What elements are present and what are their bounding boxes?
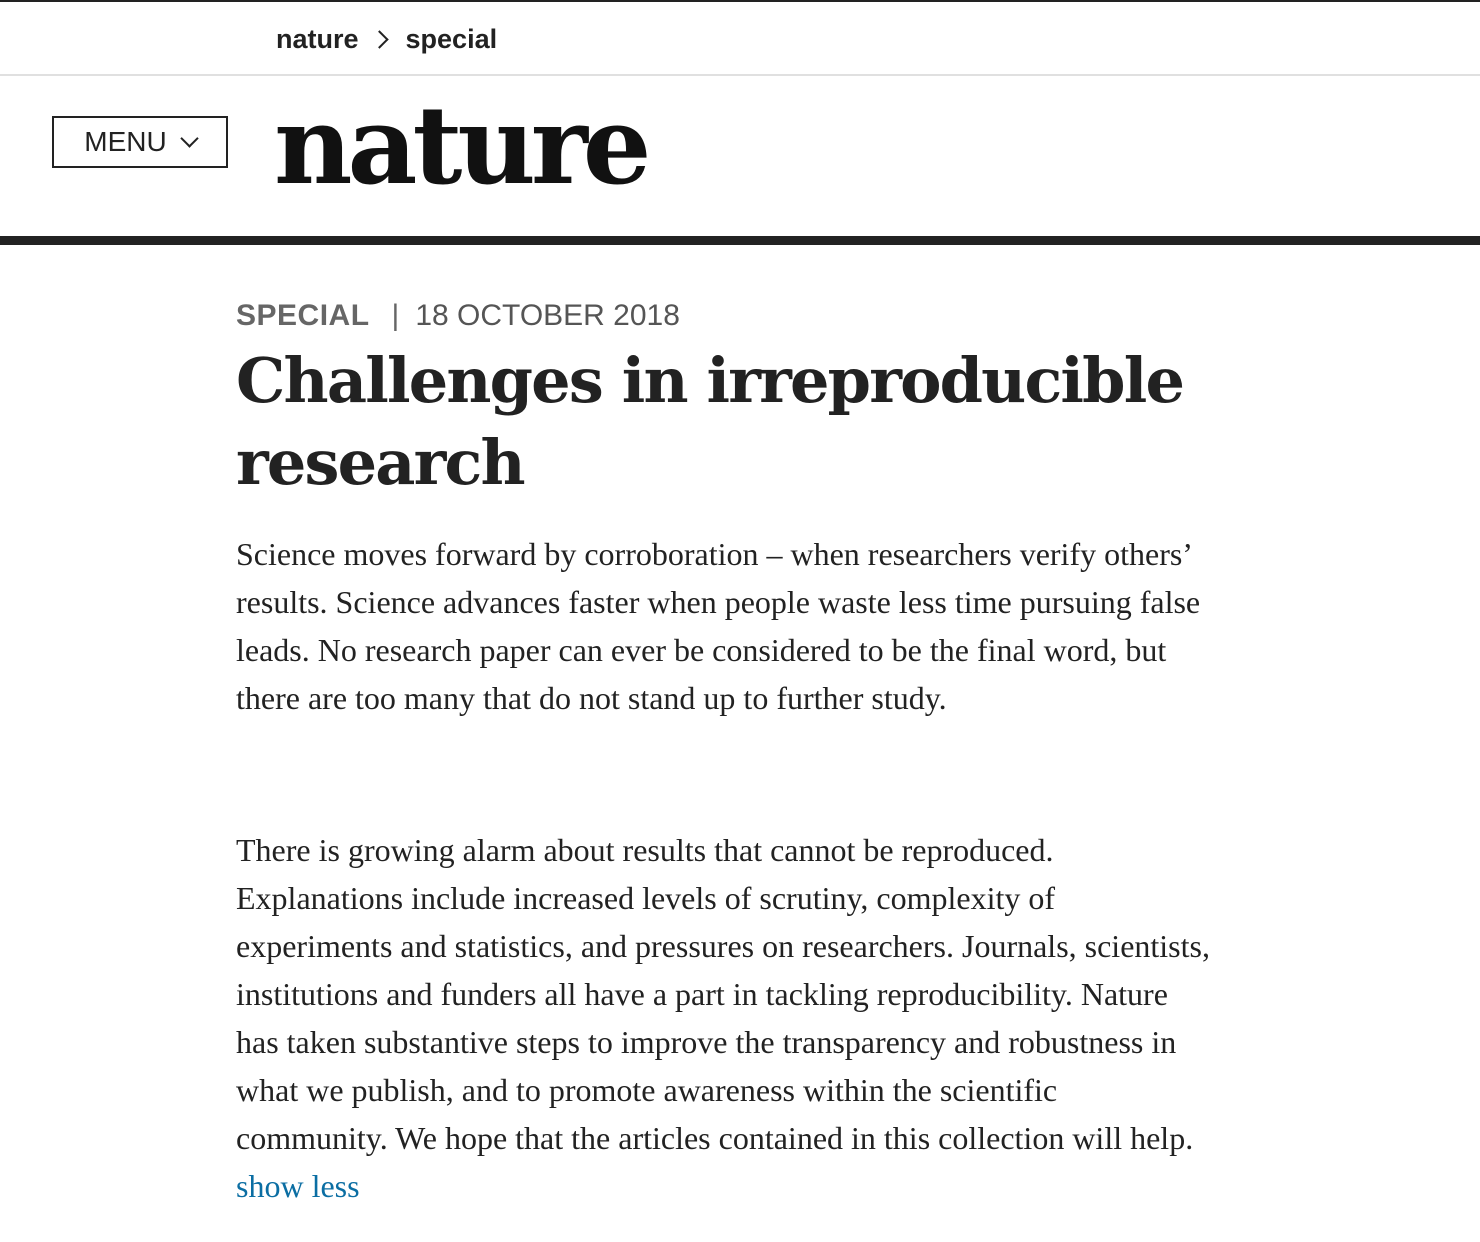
- description-paragraph-2: There is growing alarm about results tha…: [236, 826, 1216, 1210]
- top-rule: [0, 0, 1480, 2]
- breadcrumb-item-special[interactable]: special: [406, 24, 498, 55]
- description-paragraph-2-text: There is growing alarm about results tha…: [236, 832, 1210, 1156]
- chevron-down-icon: [180, 128, 199, 148]
- article-date: 18 OCTOBER 2018: [415, 299, 680, 332]
- page-title: Challenges in irreproducible research: [236, 344, 1185, 499]
- breadcrumb-item-nature[interactable]: nature: [276, 24, 359, 55]
- show-less-link[interactable]: show less: [236, 1168, 360, 1204]
- article-type: SPECIAL: [236, 299, 370, 332]
- chevron-right-icon: [369, 29, 389, 49]
- breadcrumb: nature special: [276, 20, 497, 58]
- meta-separator: |: [391, 299, 400, 332]
- header-divider: [0, 236, 1480, 245]
- breadcrumb-divider: [0, 74, 1480, 76]
- description-paragraph-1: Science moves forward by corroboration –…: [236, 536, 1201, 716]
- menu-button[interactable]: MENU: [52, 116, 228, 168]
- article-meta: SPECIAL | 18 OCTOBER 2018: [236, 296, 680, 336]
- nature-logo[interactable]: nature: [274, 86, 652, 206]
- menu-button-label: MENU: [84, 126, 167, 157]
